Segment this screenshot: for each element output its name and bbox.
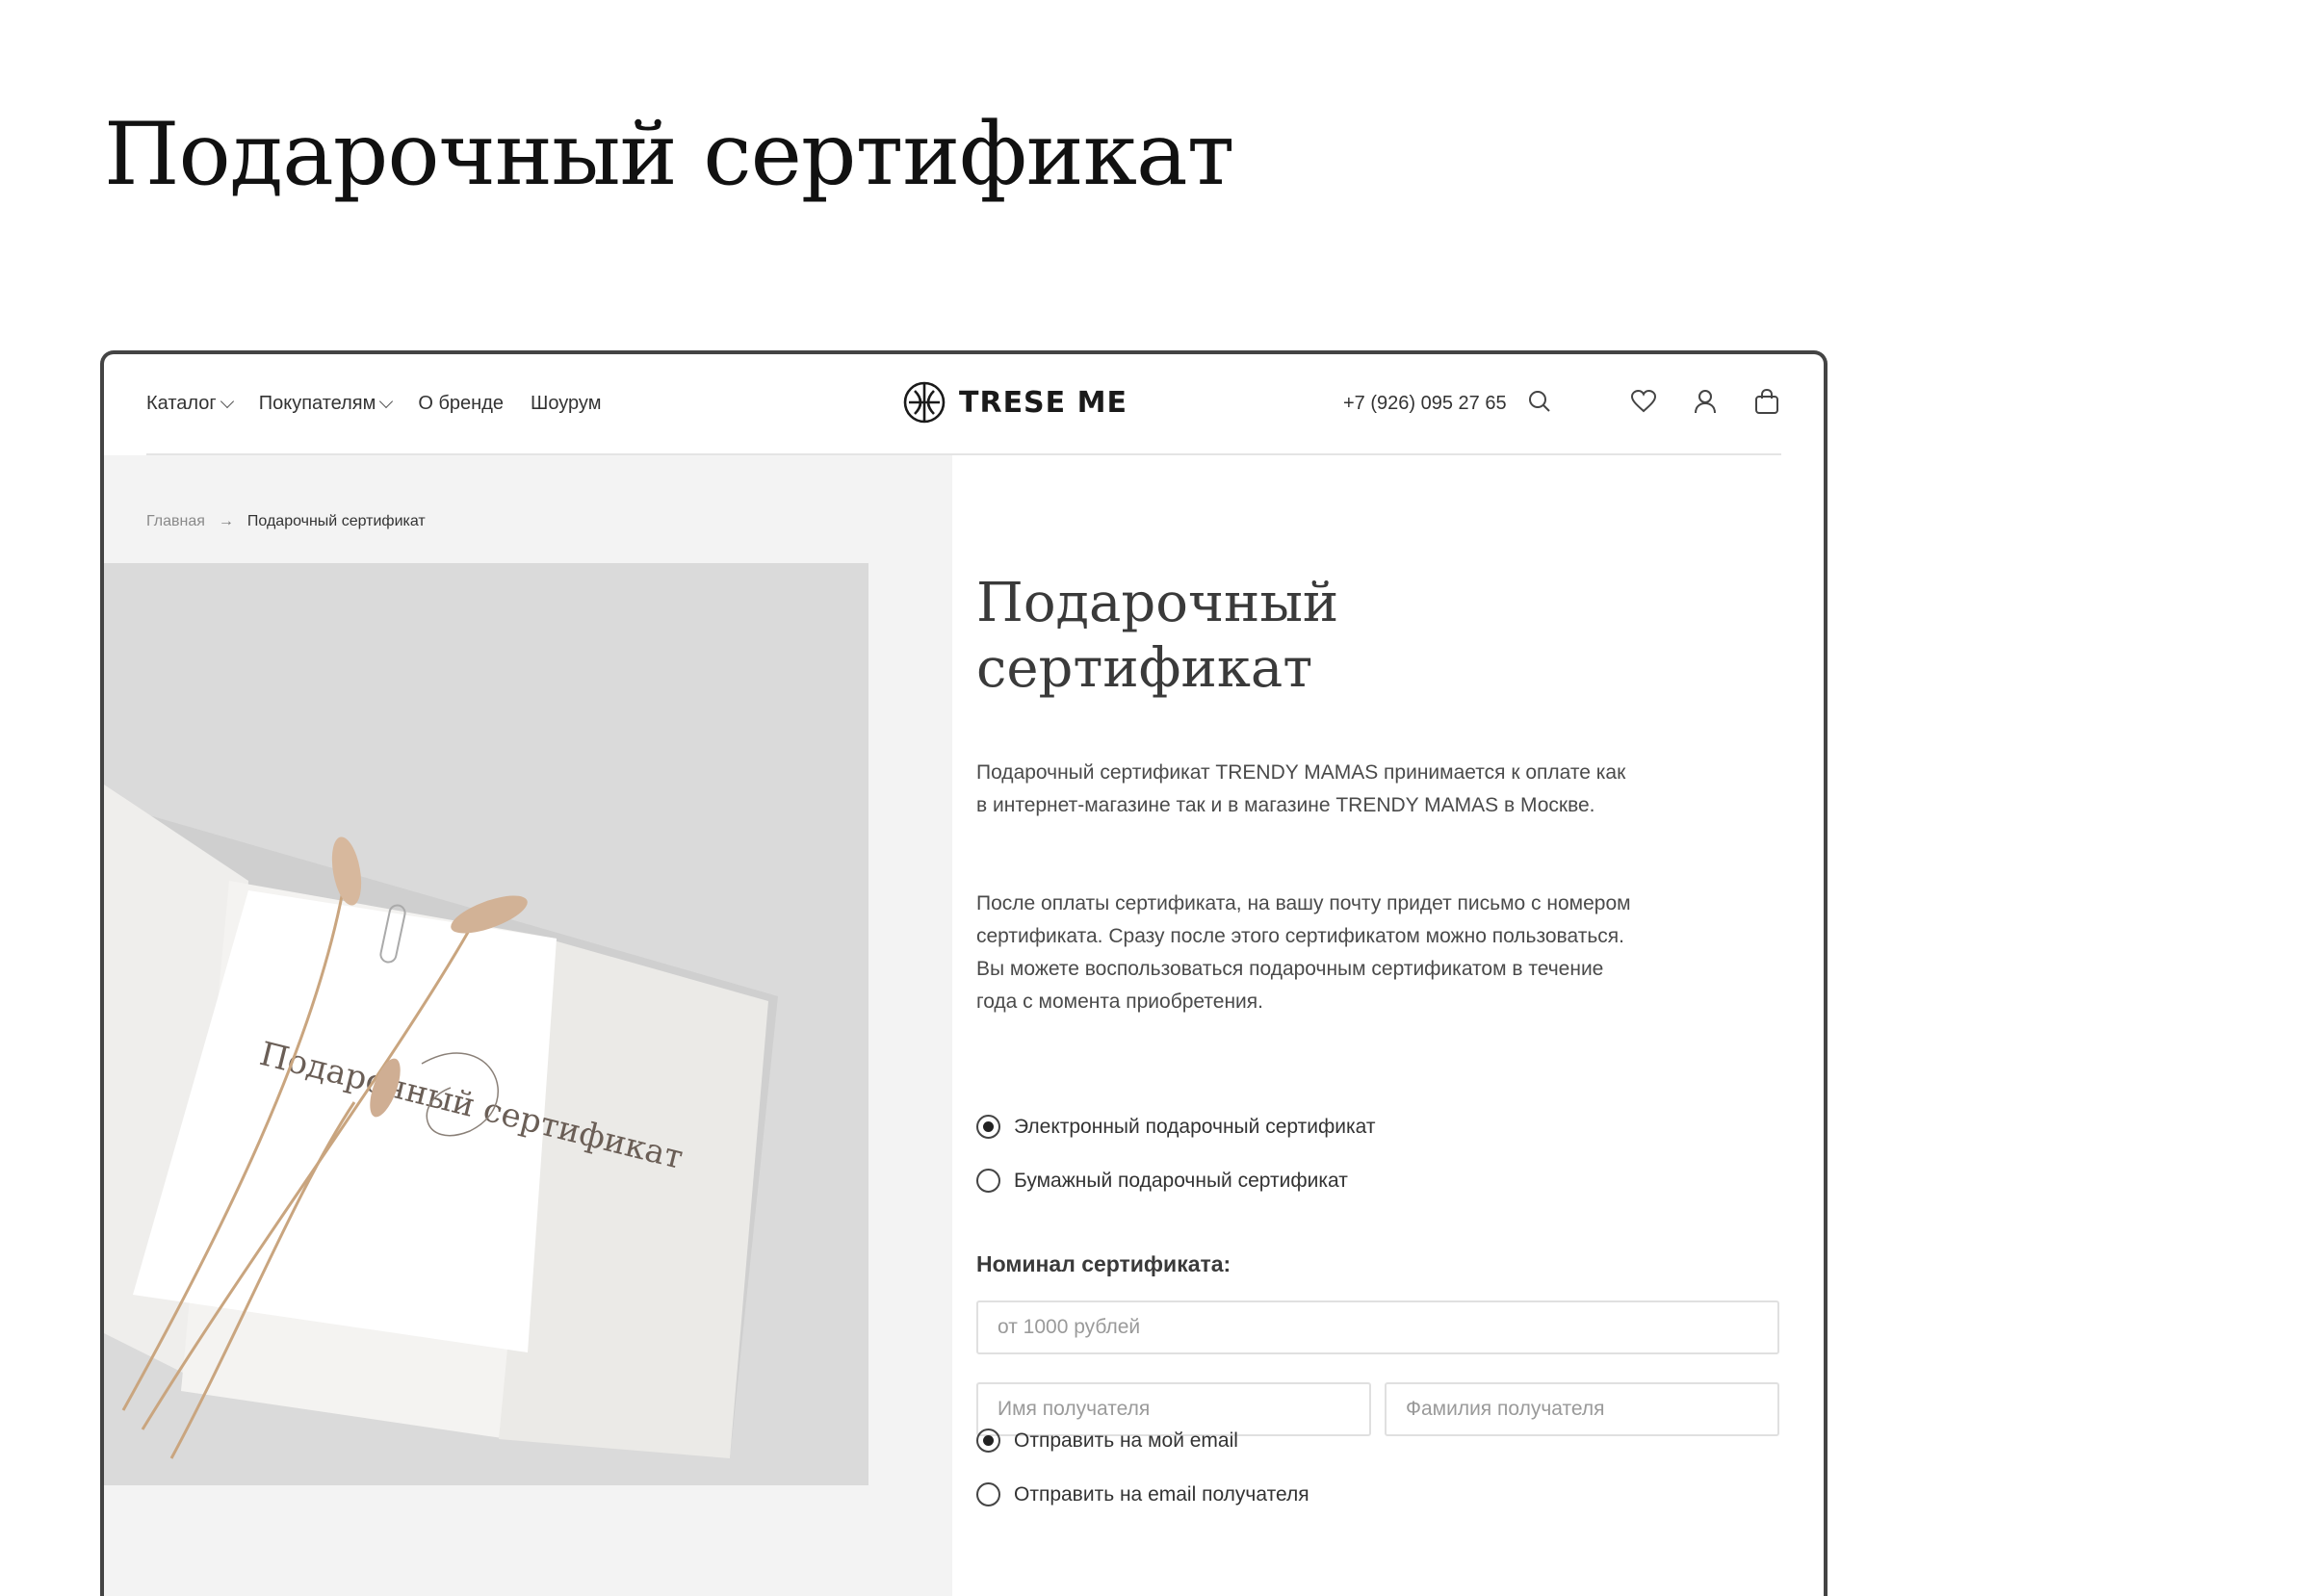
- account-button[interactable]: [1691, 387, 1720, 416]
- nav-item-label: Шоурум: [531, 393, 602, 414]
- heart-icon: [1630, 389, 1657, 413]
- slide-title: Подарочный сертификат: [104, 104, 1234, 205]
- radio-label: Бумажный подарочный сертификат: [1014, 1169, 1348, 1192]
- gift-card-illustration: Подарочный сертификат: [104, 563, 868, 1485]
- radio-electronic-certificate[interactable]: Электронный подарочный сертификат: [976, 1115, 1375, 1139]
- recipient-last-name-input[interactable]: [1385, 1382, 1779, 1436]
- nav-item-label: О бренде: [418, 393, 505, 414]
- radio-checked-icon[interactable]: [976, 1115, 1000, 1139]
- phone-link[interactable]: +7 (926) 095 27 65: [1343, 393, 1507, 415]
- logo-mark-icon: [903, 381, 946, 424]
- breadcrumb-home-link[interactable]: Главная: [146, 513, 205, 530]
- chevron-down-icon: [220, 394, 234, 409]
- arrow-right-icon: →: [218, 513, 234, 529]
- breadcrumb-current: Подарочный сертификат: [246, 513, 426, 529]
- browser-mockup: Каталог Покупателям О бренде Шоурум TRES…: [100, 350, 1827, 1596]
- bag-icon: [1755, 388, 1778, 414]
- product-gallery: Главная → Подарочный сертификат Подарочн…: [104, 455, 952, 1596]
- search-icon: [1529, 391, 1550, 412]
- chevron-down-icon: [379, 394, 394, 409]
- radio-send-to-my-email[interactable]: Отправить на мой email: [976, 1429, 1238, 1453]
- product-usage-info: После оплаты сертификата, на вашу почту …: [976, 892, 1631, 1013]
- radio-label: Отправить на мой email: [1014, 1429, 1238, 1452]
- product-photo: Подарочный сертификат: [104, 563, 868, 1485]
- radio-unchecked-icon[interactable]: [976, 1169, 1000, 1193]
- search-button[interactable]: [1525, 387, 1554, 416]
- site-logo[interactable]: TRESE ME: [901, 379, 1128, 425]
- header-icons: [1525, 387, 1781, 416]
- user-icon: [1695, 390, 1716, 414]
- nominal-label: Номинал сертификата:: [976, 1251, 1231, 1276]
- nav-item-label: Каталог: [146, 393, 217, 414]
- product-description: Подарочный сертификат TRENDY MAMAS прини…: [976, 761, 1626, 816]
- radio-paper-certificate[interactable]: Бумажный подарочный сертификат: [976, 1169, 1348, 1193]
- site-header: Каталог Покупателям О бренде Шоурум TRES…: [146, 354, 1781, 455]
- logo-text: TRESE ME: [959, 385, 1128, 420]
- radio-label: Электронный подарочный сертификат: [1014, 1115, 1376, 1138]
- favorites-button[interactable]: [1629, 387, 1658, 416]
- radio-checked-icon[interactable]: [976, 1429, 1000, 1453]
- main-nav: Каталог Покупателям О бренде Шоурум: [146, 393, 601, 415]
- nav-item-label: Покупателям: [258, 393, 376, 414]
- nav-item-customers[interactable]: Покупателям: [258, 393, 394, 415]
- radio-label: Отправить на email получателя: [1014, 1482, 1309, 1506]
- nav-item-catalog[interactable]: Каталог: [146, 393, 234, 415]
- radio-unchecked-icon[interactable]: [976, 1482, 1000, 1506]
- radio-send-to-recipient-email[interactable]: Отправить на email получателя: [976, 1482, 1309, 1506]
- nav-item-about[interactable]: О бренде: [418, 393, 504, 415]
- amount-input[interactable]: [976, 1300, 1779, 1354]
- breadcrumb: Главная → Подарочный сертификат: [146, 513, 426, 530]
- cart-button[interactable]: [1752, 387, 1781, 416]
- product-title: Подарочный сертификат: [976, 572, 1339, 700]
- nav-item-showroom[interactable]: Шоурум: [531, 393, 601, 415]
